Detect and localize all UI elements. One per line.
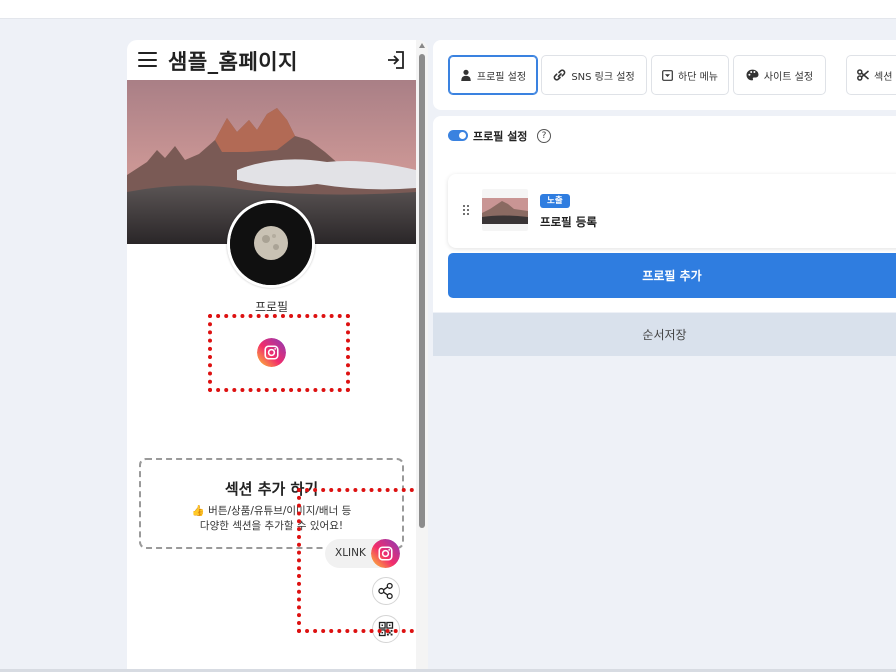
- xlink-label: XLINK: [335, 547, 366, 559]
- xlink-floating-button[interactable]: XLINK: [325, 539, 400, 568]
- tab-label: 섹션: [874, 71, 893, 83]
- tab-site-settings[interactable]: 사이트 설정: [733, 55, 826, 95]
- browser-top-bar: [0, 0, 896, 19]
- qr-code-icon[interactable]: [372, 615, 400, 643]
- instagram-icon[interactable]: [371, 539, 400, 568]
- preview-scrollbar[interactable]: [416, 40, 428, 672]
- link-icon: [554, 69, 566, 81]
- mobile-preview: 샘플_홈페이지 프로필 섹션 추가 하기 👍 버튼/상품/유튜브/이미지/배너 …: [127, 40, 428, 672]
- drag-handle-icon[interactable]: [462, 204, 470, 216]
- help-icon[interactable]: ?: [537, 129, 551, 143]
- profile-avatar[interactable]: [227, 200, 315, 288]
- profile-item-title: 프로필 등록: [540, 215, 597, 229]
- instagram-icon[interactable]: [257, 338, 286, 367]
- add-section-box[interactable]: 섹션 추가 하기 👍 버튼/상품/유튜브/이미지/배너 등 다양한 섹션을 추가…: [139, 458, 404, 549]
- person-icon: [461, 69, 471, 81]
- profile-thumbnail: [482, 189, 528, 231]
- add-section-desc-1: 👍 버튼/상품/유튜브/이미지/배너 등: [191, 505, 352, 517]
- add-section-title: 섹션 추가 하기: [224, 480, 319, 498]
- tab-label: 사이트 설정: [763, 71, 814, 83]
- dropdown-box-icon: [662, 69, 673, 81]
- hamburger-menu-icon[interactable]: [138, 52, 157, 67]
- profile-settings-label: 프로필 설정: [473, 130, 528, 143]
- scroll-thumb[interactable]: [419, 54, 425, 528]
- scroll-up-arrow-icon[interactable]: [419, 43, 425, 48]
- visibility-badge: 노출: [540, 194, 570, 208]
- add-section-desc-2: 다양한 섹션을 추가할 수 있어요!: [199, 520, 344, 532]
- tab-profile-settings[interactable]: 프로필 설정: [448, 55, 538, 95]
- palette-icon: [746, 69, 759, 81]
- tab-sns-link-settings[interactable]: SNS 링크 설정: [541, 55, 647, 95]
- settings-tabs: 프로필 설정 SNS 링크 설정 하단 메뉴 사이트 설정 섹션: [433, 40, 896, 110]
- save-order-button[interactable]: 순서저장: [433, 313, 896, 356]
- tab-label: 프로필 설정: [476, 71, 527, 83]
- share-icon[interactable]: [372, 577, 400, 605]
- profile-list-item[interactable]: 노출 프로필 등록: [448, 174, 896, 248]
- profile-settings-toggle[interactable]: [448, 130, 468, 141]
- site-title: 샘플_홈페이지: [168, 50, 298, 74]
- tab-label: 하단 메뉴: [678, 71, 718, 83]
- tab-bottom-menu[interactable]: 하단 메뉴: [651, 55, 729, 95]
- tab-section[interactable]: 섹션: [846, 55, 896, 95]
- profile-name: 프로필: [254, 300, 289, 314]
- add-profile-button[interactable]: 프로필 추가: [448, 253, 896, 298]
- scissors-icon: [857, 69, 869, 81]
- moon-image: [230, 203, 312, 285]
- login-icon[interactable]: [386, 50, 406, 70]
- tab-label: SNS 링크 설정: [571, 71, 635, 83]
- preview-header: 샘플_홈페이지: [127, 40, 416, 80]
